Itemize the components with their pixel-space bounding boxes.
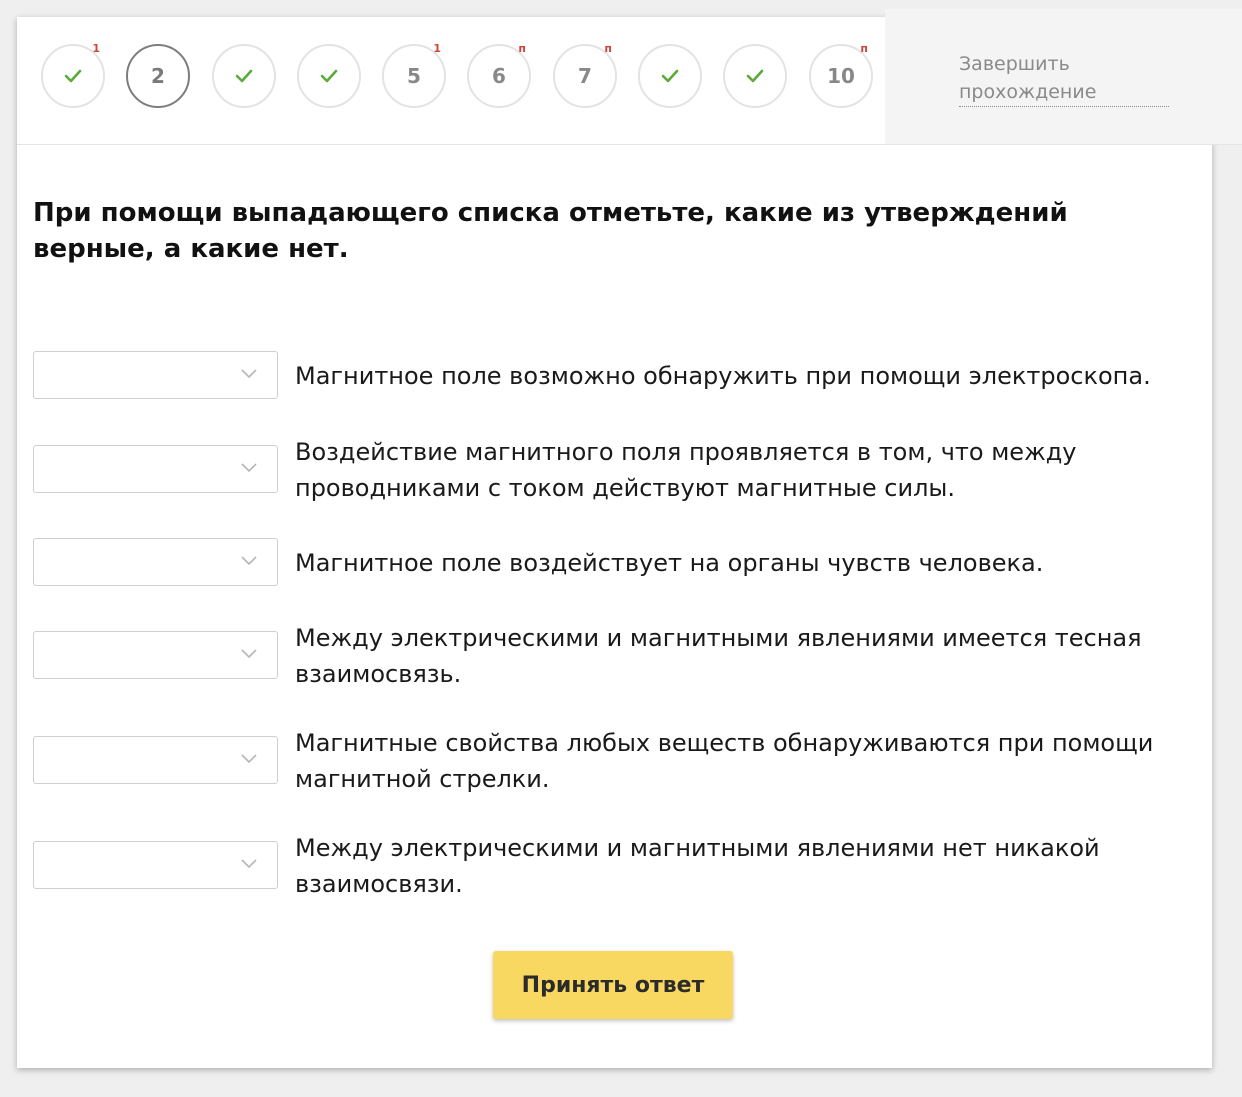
- answer-select-3[interactable]: [33, 538, 278, 586]
- answer-select-4[interactable]: [33, 631, 278, 679]
- answer-select-5[interactable]: [33, 736, 278, 784]
- check-icon: [64, 69, 82, 83]
- step-badge: 1: [433, 42, 441, 55]
- check-icon: [661, 69, 679, 83]
- answer-select-1[interactable]: [33, 351, 278, 399]
- chevron-down-icon: [241, 463, 257, 473]
- step-badge: 1: [92, 42, 100, 55]
- step-number: 2: [151, 64, 165, 88]
- answer-select-2[interactable]: [33, 445, 278, 493]
- check-icon: [746, 69, 764, 83]
- step-1[interactable]: 1: [41, 42, 105, 108]
- statement-text: Магнитное поле возможно обнаружить при п…: [295, 362, 1151, 390]
- chevron-down-icon: [241, 369, 257, 379]
- step-number: 7: [578, 64, 592, 88]
- step-badge: п: [604, 42, 612, 55]
- submit-answer-button[interactable]: Принять ответ: [493, 951, 733, 1019]
- answer-select-6[interactable]: [33, 841, 278, 889]
- chevron-down-icon: [241, 754, 257, 764]
- chevron-down-icon: [241, 556, 257, 566]
- step-8[interactable]: [638, 44, 702, 108]
- finish-test-link[interactable]: Завершить прохождение: [959, 50, 1169, 107]
- step-badge: п: [518, 42, 526, 55]
- step-4[interactable]: [297, 44, 361, 108]
- step-3[interactable]: [212, 44, 276, 108]
- step-number: 5: [407, 64, 421, 88]
- step-2[interactable]: 2: [126, 44, 190, 108]
- question-text: При помощи выпадающего списка отметьте, …: [33, 198, 1068, 264]
- chevron-down-icon: [241, 649, 257, 659]
- step-9[interactable]: [723, 44, 787, 108]
- statement-text: Между электрическими и магнитными явлени…: [295, 834, 1100, 898]
- step-10[interactable]: 10 п: [809, 42, 873, 108]
- test-card: 1 2 5 1 6 п 7 п 10 п Завершить прохожден…: [17, 9, 1242, 1068]
- check-icon: [235, 69, 253, 83]
- step-5[interactable]: 5 1: [382, 42, 446, 108]
- step-number: 6: [492, 64, 506, 88]
- check-icon: [320, 69, 338, 83]
- step-7[interactable]: 7 п: [553, 42, 617, 108]
- statement-text: Магнитные свойства любых веществ обнаруж…: [295, 729, 1154, 793]
- finish-panel: Завершить прохождение: [885, 9, 1242, 145]
- statement-text: Воздействие магнитного поля проявляется …: [295, 438, 1077, 502]
- step-number: 10: [827, 64, 855, 88]
- chevron-down-icon: [241, 859, 257, 869]
- statement-text: Магнитное поле воздействует на органы чу…: [295, 549, 1044, 577]
- step-badge: п: [860, 42, 868, 55]
- step-6[interactable]: 6 п: [467, 42, 531, 108]
- statement-text: Между электрическими и магнитными явлени…: [295, 624, 1142, 688]
